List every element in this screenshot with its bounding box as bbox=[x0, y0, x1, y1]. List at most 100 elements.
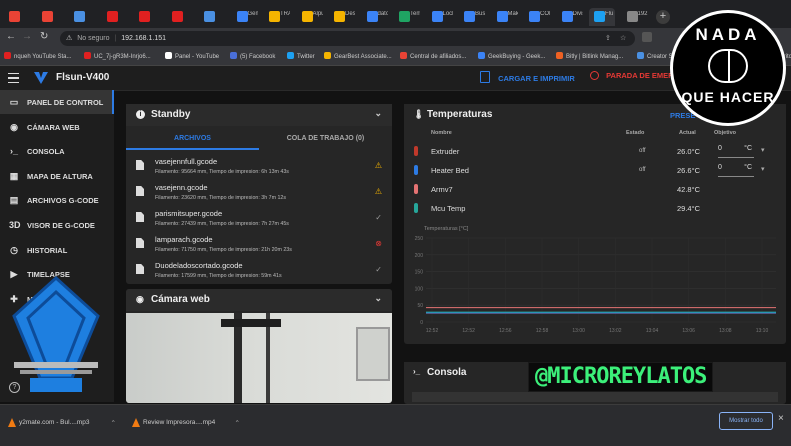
robot-arm-icon bbox=[0, 270, 112, 402]
sidebar-item-mapa-de-altura[interactable]: ▦ MAPA DE ALTURA bbox=[0, 164, 114, 188]
file-row[interactable]: Duodeladoscortado.gcode Filamento: 17599 … bbox=[126, 258, 392, 284]
bookmark-item[interactable]: GearBest Associate... bbox=[324, 52, 392, 60]
tab-title: Busq bbox=[475, 11, 485, 17]
download-label: Review Impresora....mp4 bbox=[143, 419, 216, 426]
close-downloads-icon[interactable]: × bbox=[778, 413, 784, 424]
y-tick-label: 250 bbox=[415, 236, 424, 242]
bookmark-favicon-icon bbox=[165, 52, 172, 59]
browser-tab[interactable]: Alpun bbox=[297, 8, 323, 26]
tab-cola-de-trabajo[interactable]: COLA DE TRABAJO (0) bbox=[259, 130, 392, 148]
header-state: Estado bbox=[626, 130, 645, 136]
menu-icon[interactable] bbox=[8, 73, 19, 83]
tab-favicon-icon bbox=[561, 11, 573, 22]
bookmark-item[interactable]: GeekBuying - Geek... bbox=[478, 52, 545, 60]
sidebar-item-label: MAPA DE ALTURA bbox=[27, 171, 93, 181]
webcam-panel-header: ◉ Cámara web ⌄ bbox=[126, 289, 392, 311]
bookmark-favicon-icon bbox=[637, 52, 644, 59]
file-status-icon: ⚠ bbox=[374, 187, 382, 196]
y-tick-label: 100 bbox=[415, 286, 424, 292]
reload-icon[interactable]: ↻ bbox=[40, 31, 48, 42]
chevron-down-icon[interactable]: ⌄ bbox=[374, 108, 382, 119]
downloads-bar: y2mate.com - Bul....mp3 ⌃ Review Impresora… bbox=[0, 404, 791, 446]
address-bar[interactable]: ⚠ No seguro | 192.168.1.151 ⇪ ☆ bbox=[60, 31, 635, 46]
sensor-name: Armv7 bbox=[431, 185, 453, 194]
x-tick-label: 13:00 bbox=[572, 328, 585, 334]
sidebar-item-archivos-gcode[interactable]: ▤ ARCHIVOS G-CODE bbox=[0, 188, 114, 212]
browser-tab[interactable]: CONI bbox=[524, 8, 550, 26]
browser-tab[interactable]: Busq bbox=[459, 8, 485, 26]
new-tab-button[interactable]: + bbox=[656, 10, 670, 24]
temperature-row: Heater Bed off 26.6°C 0 °C ▾ bbox=[404, 161, 786, 180]
chevron-up-icon[interactable]: ⌃ bbox=[111, 419, 116, 427]
file-row[interactable]: parismitsuper.gcode Filamento: 27439 mm, … bbox=[126, 206, 392, 232]
bookmark-item[interactable]: Panel - YouTube bbox=[165, 52, 219, 60]
browser-tab[interactable]: Divis bbox=[557, 8, 583, 26]
file-status-icon: ⊗ bbox=[375, 239, 382, 248]
browser-tab[interactable]: 192.1 bbox=[622, 8, 648, 26]
sidebar-item-visor-gcode[interactable]: 3D VISOR DE G-CODE bbox=[0, 213, 114, 237]
browser-tab[interactable]: Gem bbox=[232, 8, 258, 26]
webcam-panel: ◉ Cámara web ⌄ bbox=[126, 289, 392, 403]
sidebar-item-consola[interactable]: ›_ CONSOLA bbox=[0, 139, 114, 163]
bookmark-item[interactable]: (5) Facebook bbox=[230, 52, 275, 60]
browser-tab[interactable] bbox=[69, 8, 95, 26]
browser-tab[interactable] bbox=[37, 8, 63, 26]
camara-web-icon: ◉ bbox=[10, 121, 18, 132]
tab-archivos[interactable]: ARCHIVOS bbox=[126, 130, 259, 150]
sensor-name: Mcu Temp bbox=[431, 204, 466, 213]
bookmark-item[interactable]: UC_7j-gR3M-Inrjo6... bbox=[84, 52, 151, 60]
browser-tab[interactable]: Desco bbox=[329, 8, 355, 26]
download-item[interactable]: y2mate.com - Bul....mp3 ⌃ bbox=[2, 412, 120, 434]
extension-icon[interactable] bbox=[642, 32, 652, 42]
browser-tab[interactable]: Flu bbox=[589, 8, 615, 26]
sensor-name: Heater Bed bbox=[431, 166, 469, 175]
forward-icon[interactable]: → bbox=[22, 31, 32, 42]
browser-tab[interactable] bbox=[134, 8, 160, 26]
sidebar-item-panel-de-control[interactable]: ▭ PANEL DE CONTROL bbox=[0, 90, 114, 114]
share-icon[interactable]: ⇪ bbox=[605, 31, 611, 46]
back-icon[interactable]: ← bbox=[6, 31, 16, 42]
browser-tab[interactable] bbox=[199, 8, 225, 26]
browser-tab[interactable]: Tema bbox=[394, 8, 420, 26]
file-name: Duodeladoscortado.gcode bbox=[155, 261, 243, 270]
chevron-down-icon[interactable]: ▾ bbox=[761, 165, 765, 173]
bookmark-item[interactable]: Bitly | Bitlink Manag... bbox=[556, 52, 623, 60]
browser-tab[interactable]: TRAI bbox=[264, 8, 290, 26]
sidebar-item-camara-web[interactable]: ◉ CÁMARA WEB bbox=[0, 115, 114, 139]
chevron-down-icon[interactable]: ⌄ bbox=[374, 293, 382, 304]
tab-title: Flu bbox=[605, 11, 614, 17]
bookmark-item[interactable]: Twitter bbox=[287, 52, 315, 60]
file-row[interactable]: lamparach.gcode Filamento: 71750 mm, Tiem… bbox=[126, 232, 392, 258]
console-input[interactable] bbox=[412, 392, 778, 402]
browser-tab[interactable] bbox=[167, 8, 193, 26]
show-all-button[interactable]: Mostrar todo bbox=[719, 412, 773, 430]
sidebar-item-historial[interactable]: ◷ HISTORIAL bbox=[0, 238, 114, 262]
tab-favicon-icon bbox=[41, 11, 53, 22]
browser-tab[interactable] bbox=[102, 8, 128, 26]
chevron-up-icon[interactable]: ⌃ bbox=[235, 419, 240, 427]
target-value: 0 bbox=[718, 145, 722, 152]
star-icon[interactable]: ☆ bbox=[620, 31, 626, 46]
file-name: vasejennfull.gcode bbox=[155, 157, 218, 166]
browser-tab[interactable] bbox=[4, 8, 30, 26]
x-tick-label: 13:02 bbox=[609, 328, 622, 334]
target-input[interactable]: 0 °C bbox=[718, 145, 754, 158]
bookmark-item[interactable]: nqueh YouTube Sta... bbox=[4, 52, 72, 60]
sensor-actual: 29.4°C bbox=[676, 204, 700, 213]
browser-tab[interactable]: datos bbox=[362, 8, 388, 26]
bookmark-item[interactable]: Central de afiliados... bbox=[400, 52, 466, 60]
bookmark-favicon-icon bbox=[230, 52, 237, 59]
target-unit: °C bbox=[744, 145, 752, 152]
download-item[interactable]: Review Impresora....mp4 ⌃ bbox=[126, 412, 244, 434]
upload-print-label: CARGAR E IMPRIMIR bbox=[498, 74, 575, 83]
bookmark-favicon-icon bbox=[84, 52, 91, 59]
file-row[interactable]: vasejenn.gcode Filamento: 23620 mm, Tiemp… bbox=[126, 180, 392, 206]
chevron-down-icon[interactable]: ▾ bbox=[761, 146, 765, 154]
file-row[interactable]: vasejennfull.gcode Filamento: 95664 mm, T… bbox=[126, 154, 392, 180]
upload-print-button[interactable]: CARGAR E IMPRIMIR bbox=[480, 71, 575, 83]
browser-tab[interactable]: Makei bbox=[492, 8, 518, 26]
target-input[interactable]: 0 °C bbox=[718, 164, 754, 177]
emergency-stop-button[interactable]: PARADA DE EMERG bbox=[590, 71, 679, 80]
tab-title: TRAI bbox=[280, 11, 290, 17]
browser-tab[interactable]: Lock bbox=[427, 8, 453, 26]
